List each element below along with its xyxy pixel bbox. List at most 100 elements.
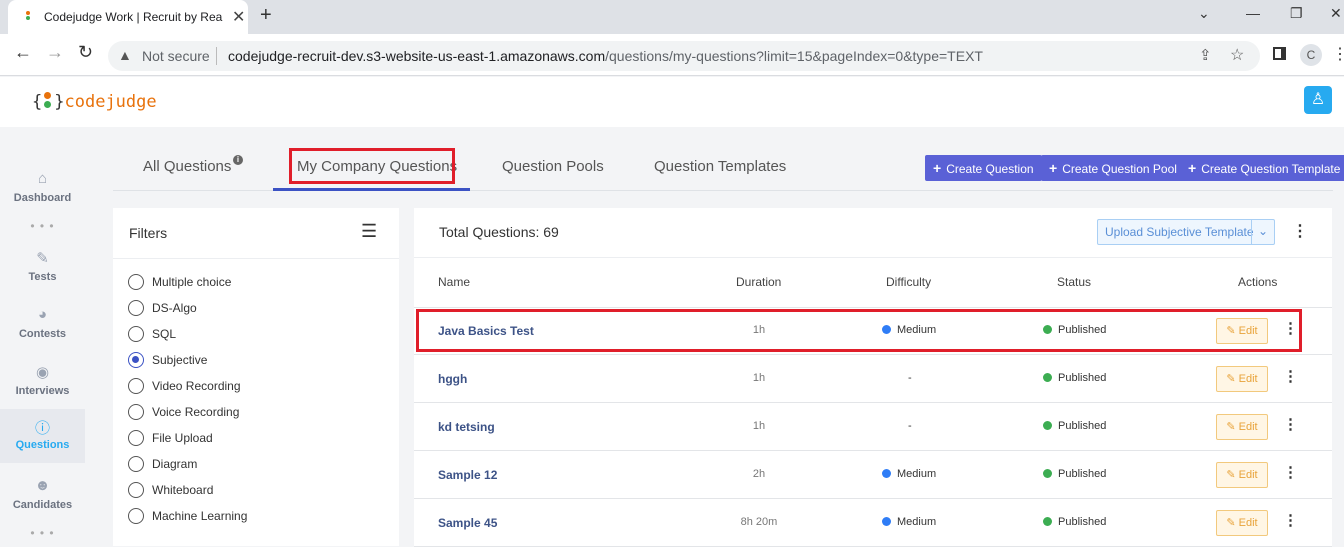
address-divider bbox=[216, 47, 217, 65]
upload-subjective-template-button[interactable]: Upload Subjective Template ⌄ bbox=[1097, 219, 1275, 245]
url-path: /questions/my-questions?limit=15&pageInd… bbox=[605, 48, 983, 64]
sidebar-item-candidates[interactable]: ☻ Candidates bbox=[0, 469, 85, 523]
row-more-icon[interactable]: ⋮ bbox=[1283, 511, 1298, 529]
radio-icon[interactable] bbox=[128, 456, 144, 472]
radio-icon[interactable] bbox=[128, 482, 144, 498]
browser-tab-strip: Codejudge Work | Recruit by Rea ✕ + ⌄ — … bbox=[0, 0, 1344, 34]
user-account-icon[interactable]: ♙ bbox=[1304, 86, 1332, 114]
sidebar-item-label: Contests bbox=[18, 328, 67, 340]
forward-icon[interactable]: → bbox=[46, 42, 64, 63]
tab-question-templates[interactable]: Question Templates bbox=[654, 158, 786, 175]
row-more-icon[interactable]: ⋮ bbox=[1283, 367, 1298, 385]
question-name-link[interactable]: Sample 12 bbox=[438, 468, 497, 482]
codejudge-logo[interactable]: {}codejudge bbox=[32, 92, 157, 112]
close-tab-icon[interactable]: ✕ bbox=[232, 7, 245, 27]
sidebar-item-contests[interactable]: ◕ Contests bbox=[0, 298, 85, 352]
tab-label: Question Pools bbox=[502, 158, 604, 175]
active-tab-indicator bbox=[273, 188, 470, 191]
browser-toolbar: ← → ↻ ▲ Not secure codejudge-recruit-dev… bbox=[0, 34, 1344, 76]
radio-icon[interactable] bbox=[128, 430, 144, 446]
new-tab-icon[interactable]: + bbox=[260, 4, 272, 27]
side-panel-icon[interactable] bbox=[1273, 47, 1286, 60]
difficulty-label: Medium bbox=[897, 468, 937, 480]
chevron-down-icon[interactable]: ⌄ bbox=[1258, 224, 1268, 238]
close-window-icon[interactable]: ✕ bbox=[1330, 5, 1342, 22]
edit-button[interactable]: ✎ Edit bbox=[1216, 510, 1268, 536]
radio-selected-icon[interactable] bbox=[128, 352, 144, 368]
home-icon: ⌂ bbox=[37, 170, 48, 187]
edit-button[interactable]: ✎ Edit bbox=[1216, 414, 1268, 440]
difficulty-cell: Medium bbox=[882, 516, 936, 528]
url-text: codejudge-recruit-dev.s3-website-us-east… bbox=[228, 48, 983, 64]
button-label: Create Question Pool bbox=[1062, 162, 1177, 176]
filter-label: SQL bbox=[152, 327, 177, 341]
radio-icon[interactable] bbox=[128, 404, 144, 420]
share-icon[interactable]: ⇪ bbox=[1199, 46, 1212, 64]
sidebar-item-tests[interactable]: ✎ Tests bbox=[0, 241, 85, 295]
tab-all-questions[interactable]: All Questions bbox=[143, 158, 231, 175]
info-icon[interactable]: i bbox=[233, 155, 243, 165]
column-header-name[interactable]: Name bbox=[438, 275, 470, 289]
filters-panel: Filters ☰ Multiple choice DS-Algo SQL Su… bbox=[113, 208, 399, 546]
column-header-duration[interactable]: Duration bbox=[736, 275, 781, 289]
sidebar-item-questions[interactable]: ⓘ Questions bbox=[0, 409, 85, 463]
status-dot-icon bbox=[1043, 373, 1052, 382]
status-label: Published bbox=[1058, 372, 1107, 384]
url-domain: codejudge-recruit-dev.s3-website-us-east… bbox=[228, 48, 606, 64]
table-row[interactable]: Sample 45 8h 20m Medium Published ✎ Edit… bbox=[414, 499, 1332, 547]
radio-icon[interactable] bbox=[128, 274, 144, 290]
column-header-difficulty[interactable]: Difficulty bbox=[886, 275, 931, 289]
button-label: Edit bbox=[1238, 421, 1258, 433]
minimize-icon[interactable]: — bbox=[1246, 5, 1260, 21]
difficulty-dot-icon bbox=[882, 517, 891, 526]
filter-label: Voice Recording bbox=[152, 405, 240, 419]
button-label: Edit bbox=[1238, 469, 1258, 481]
radio-icon[interactable] bbox=[128, 508, 144, 524]
create-question-template-button[interactable]: + Create Question Template bbox=[1180, 155, 1344, 181]
status-label: Published bbox=[1058, 420, 1107, 432]
tab-question-pools[interactable]: Question Pools bbox=[502, 158, 604, 175]
app-header: {}codejudge ♙ bbox=[0, 77, 1344, 127]
bookmark-star-icon[interactable]: ☆ bbox=[1230, 45, 1244, 65]
duration-cell: 8h 20m bbox=[740, 516, 778, 528]
create-question-button[interactable]: + Create Question bbox=[925, 155, 1042, 181]
table-row[interactable]: hggh 1h - Published ✎ Edit ⋮ bbox=[414, 355, 1332, 403]
reload-icon[interactable]: ↻ bbox=[78, 42, 93, 63]
button-label: Edit bbox=[1238, 517, 1258, 529]
restore-icon[interactable]: ❐ bbox=[1290, 5, 1303, 22]
table-row[interactable]: Sample 12 2h Medium Published ✎ Edit ⋮ bbox=[414, 451, 1332, 499]
table-row[interactable]: kd tetsing 1h - Published ✎ Edit ⋮ bbox=[414, 403, 1332, 451]
duration-cell: 1h bbox=[752, 420, 766, 432]
warning-icon: ▲ bbox=[118, 47, 132, 63]
filter-label: Multiple choice bbox=[152, 275, 232, 289]
duration-cell: 2h bbox=[752, 468, 766, 480]
create-question-pool-button[interactable]: + Create Question Pool bbox=[1041, 155, 1185, 181]
profile-avatar[interactable]: C bbox=[1300, 44, 1322, 66]
radio-icon[interactable] bbox=[128, 378, 144, 394]
sidebar-item-label: Tests bbox=[28, 271, 57, 283]
edit-button[interactable]: ✎ Edit bbox=[1216, 462, 1268, 488]
row-more-icon[interactable]: ⋮ bbox=[1283, 415, 1298, 433]
tab-label: Question Templates bbox=[654, 158, 787, 175]
more-options-icon[interactable]: ⋮ bbox=[1292, 221, 1308, 241]
question-name-link[interactable]: Sample 45 bbox=[438, 516, 497, 530]
filter-label: DS-Algo bbox=[152, 301, 197, 315]
browser-tab[interactable]: Codejudge Work | Recruit by Rea ✕ bbox=[8, 0, 248, 34]
radio-icon[interactable] bbox=[128, 326, 144, 342]
tab-search-chevron-icon[interactable]: ⌄ bbox=[1198, 5, 1210, 22]
difficulty-cell: - bbox=[908, 420, 912, 432]
users-icon: ☻ bbox=[34, 477, 51, 494]
address-bar[interactable]: ▲ Not secure codejudge-recruit-dev.s3-we… bbox=[108, 41, 1260, 71]
radio-icon[interactable] bbox=[128, 300, 144, 316]
question-name-link[interactable]: kd tetsing bbox=[438, 420, 495, 434]
row-more-icon[interactable]: ⋮ bbox=[1283, 463, 1298, 481]
back-icon[interactable]: ← bbox=[14, 42, 32, 63]
browser-menu-icon[interactable]: ⋮ bbox=[1332, 44, 1344, 64]
hamburger-icon[interactable]: ☰ bbox=[361, 221, 377, 242]
edit-button[interactable]: ✎ Edit bbox=[1216, 366, 1268, 392]
question-name-link[interactable]: hggh bbox=[438, 372, 467, 386]
column-header-status[interactable]: Status bbox=[1057, 275, 1091, 289]
sidebar-item-interviews[interactable]: ◉ Interviews bbox=[0, 355, 85, 409]
button-divider bbox=[1251, 220, 1252, 244]
sidebar-item-dashboard[interactable]: ⌂ Dashboard bbox=[0, 162, 85, 216]
